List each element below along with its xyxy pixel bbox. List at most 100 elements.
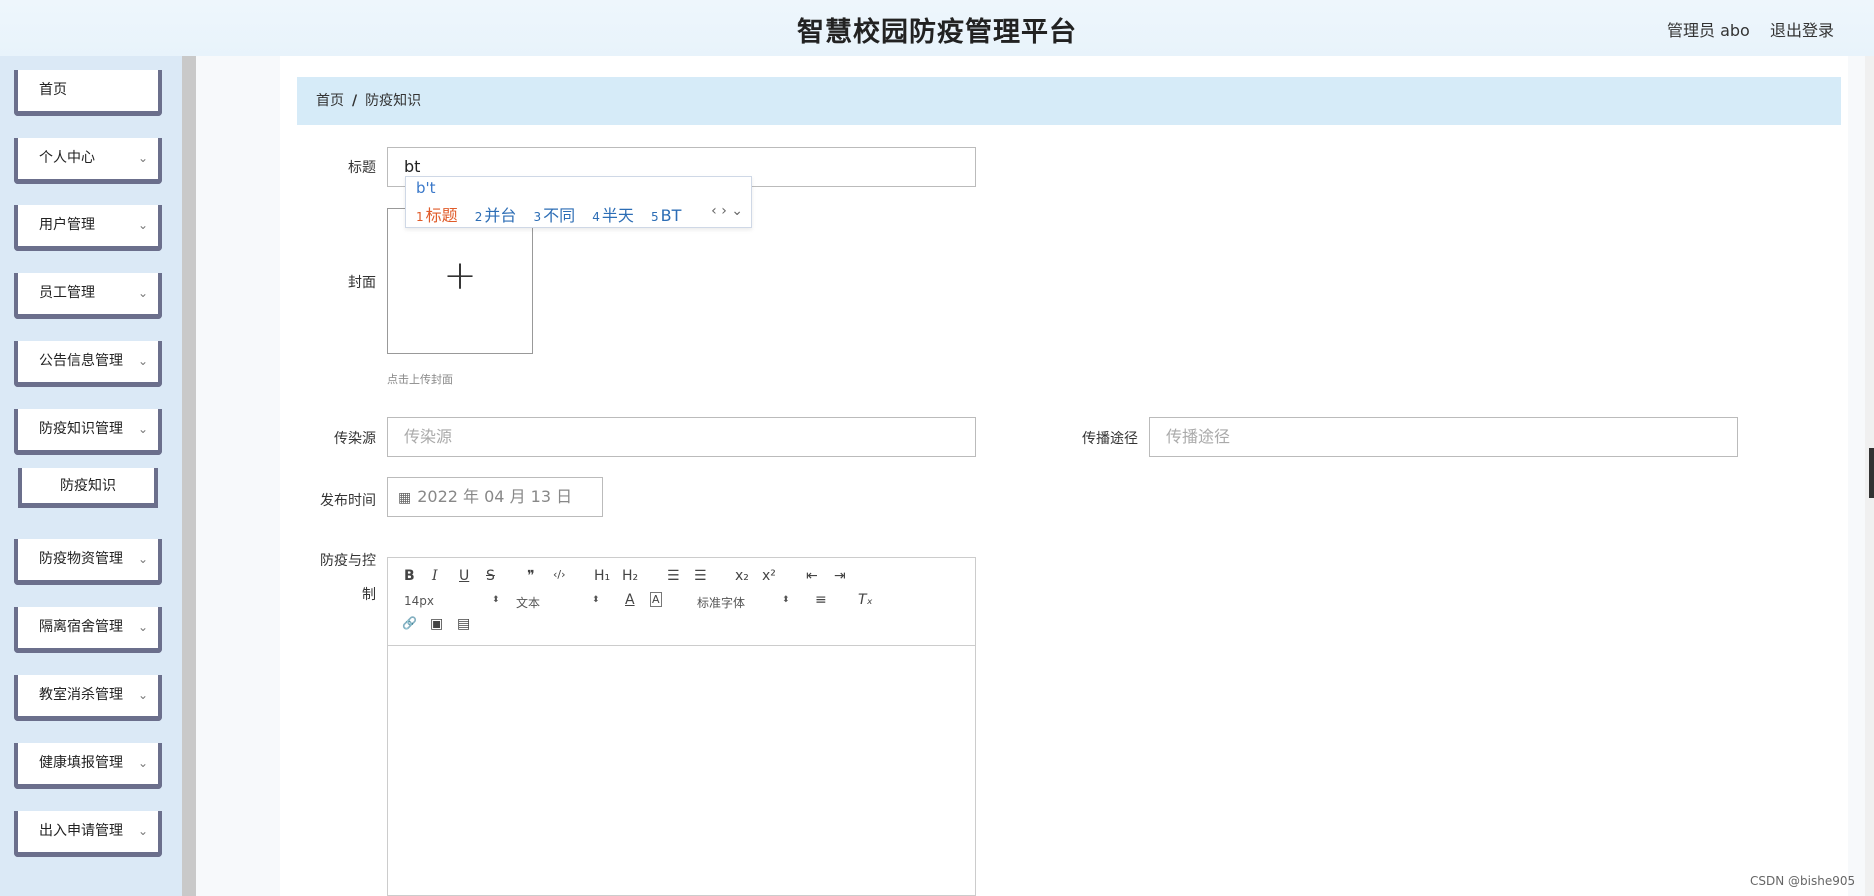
ime-candidate-text: 不同 (543, 206, 576, 225)
sidebar-item[interactable]: 教室消杀管理 ⌄ (14, 675, 162, 721)
italic-button[interactable]: I (432, 568, 438, 584)
current-user-label: 管理员 abo (1667, 21, 1750, 40)
watermark-text: CSDN @bishe905 (1750, 874, 1856, 888)
content-label-line1: 防疫与控 (320, 553, 376, 569)
h1-button[interactable]: H₁ (594, 568, 610, 584)
sidebar-item-label: 防疫物资管理 (39, 551, 123, 567)
header-select-value: 文本 (516, 596, 541, 610)
sidebar-item-label: 教室消杀管理 (39, 687, 123, 703)
sidebar-item[interactable]: 员工管理 ⌄ (14, 273, 162, 319)
font-color-icon[interactable]: A (625, 592, 635, 608)
cover-upload-button[interactable]: + (387, 208, 533, 354)
sidebar-item[interactable]: 出入申请管理 ⌄ (14, 811, 162, 857)
ime-candidate[interactable]: 5 BT (651, 206, 681, 225)
sidebar-item-label: 员工管理 (39, 285, 95, 301)
ime-candidate-number: 5 (651, 210, 659, 224)
top-header: 智慧校园防疫管理平台 管理员 abo 退出登录 (0, 0, 1874, 56)
font-family-select[interactable]: 标准字体 ⬍ (697, 594, 790, 611)
route-input[interactable]: 传播途径 (1149, 417, 1738, 457)
sidebar-item[interactable]: 隔离宿舍管理 ⌄ (14, 607, 162, 653)
source-label: 传染源 (334, 431, 376, 447)
date-label: 发布时间 (320, 493, 376, 509)
sidebar-item[interactable]: 防疫知识管理 ⌄ (14, 409, 162, 455)
ime-candidate-text: 并台 (484, 206, 517, 225)
cover-label: 封面 (348, 275, 376, 291)
sidebar-item[interactable]: 个人中心 ⌄ (14, 138, 162, 184)
video-icon[interactable]: ▤ (457, 616, 470, 632)
date-value: 2022 年 04 月 13 日 (417, 487, 573, 506)
ime-candidate[interactable]: 3 不同 (534, 206, 576, 225)
chevron-down-icon: ⌄ (137, 756, 148, 770)
sidebar-item-label: 健康填报管理 (39, 755, 123, 771)
bold-button[interactable]: B (404, 568, 415, 584)
strike-button[interactable]: S (486, 568, 495, 584)
chevron-down-icon: ⌄ (137, 620, 148, 634)
outdent-icon[interactable]: ⇤ (806, 568, 818, 584)
cover-hint: 点击上传封面 (387, 373, 453, 386)
logout-link[interactable]: 退出登录 (1770, 17, 1834, 41)
font-size-select[interactable]: 14px ⬍ (404, 594, 500, 608)
underline-button[interactable]: U (459, 568, 469, 584)
plus-icon: + (443, 253, 477, 299)
font-family-value: 标准字体 (697, 596, 746, 610)
ime-composition: b't (416, 179, 436, 197)
date-picker[interactable]: ▦ 2022 年 04 月 13 日 (387, 477, 603, 517)
clear-format-icon[interactable]: Tₓ (858, 592, 873, 608)
ime-candidate-number: 4 (592, 210, 600, 224)
ordered-list-icon[interactable]: ☰ (667, 568, 680, 584)
chevron-down-icon: ⌄ (137, 688, 148, 702)
ime-candidate-number: 2 (474, 210, 483, 224)
sidebar-item[interactable]: 公告信息管理 ⌄ (14, 341, 162, 387)
sidebar-subitem[interactable]: 防疫知识 (18, 468, 158, 508)
breadcrumb-home[interactable]: 首页 (316, 93, 344, 109)
ime-page-arrows[interactable]: ‹ › ⌄ (711, 203, 743, 219)
indent-icon[interactable]: ⇥ (834, 568, 846, 584)
rich-text-editor: B I U S ❞ ‹/› H₁ H₂ ☰ ☰ x₂ x² ⇤ ⇥ 14px ⬍ … (387, 557, 976, 896)
sidebar-item-label: 公告信息管理 (39, 353, 123, 369)
h2-button[interactable]: H₂ (622, 568, 638, 584)
breadcrumb: 首页 / 防疫知识 (297, 77, 1841, 125)
code-icon[interactable]: ‹/› (553, 568, 566, 581)
editor-content-area[interactable] (388, 646, 975, 896)
content-label-line2: 制 (362, 587, 376, 603)
chevron-down-icon: ⌄ (137, 552, 148, 566)
superscript-button[interactable]: x² (762, 568, 776, 584)
font-size-value: 14px (404, 594, 434, 608)
editor-toolbar: B I U S ❞ ‹/› H₁ H₂ ☰ ☰ x₂ x² ⇤ ⇥ 14px ⬍ … (388, 558, 975, 646)
select-arrow-icon: ⬍ (592, 595, 600, 605)
source-input[interactable]: 传染源 (387, 417, 976, 457)
quote-icon[interactable]: ❞ (527, 568, 535, 584)
sidebar-item-label: 防疫知识管理 (39, 421, 123, 437)
breadcrumb-current: 防疫知识 (365, 93, 422, 109)
subscript-button[interactable]: x₂ (735, 568, 749, 584)
ime-candidate[interactable]: 1 标题 (416, 206, 458, 225)
bullet-list-icon[interactable]: ☰ (694, 568, 707, 584)
sidebar-item-label: 出入申请管理 (39, 823, 123, 839)
chevron-down-icon: ⌄ (137, 286, 148, 300)
sidebar-item[interactable]: 防疫物资管理 ⌄ (14, 539, 162, 585)
image-icon[interactable]: ▣ (430, 616, 443, 632)
background-color-icon[interactable]: A (650, 592, 662, 607)
ime-candidate-text: 半天 (601, 206, 634, 225)
app-title: 智慧校园防疫管理平台 (797, 17, 1077, 48)
sidebar-scrollbar[interactable] (182, 56, 196, 896)
breadcrumb-separator: / (352, 93, 358, 109)
sidebar-item[interactable]: 首页 (14, 70, 162, 116)
ime-candidate[interactable]: 4 半天 (592, 206, 634, 225)
header-select[interactable]: 文本 ⬍ (516, 594, 600, 611)
sidebar-item-label: 隔离宿舍管理 (39, 619, 123, 635)
ime-candidate-popup: b't 1 标题 2 并台 3 不同 4 半天 5 BT ‹ › ⌄ (405, 176, 752, 228)
sidebar-item[interactable]: 用户管理 ⌄ (14, 205, 162, 251)
ime-candidate[interactable]: 2 并台 (475, 206, 517, 225)
sidebar-item-label: 首页 (39, 82, 67, 98)
page-scrollbar[interactable] (1865, 56, 1874, 896)
page-scrollbar-thumb[interactable] (1869, 448, 1874, 498)
chevron-down-icon: ⌄ (137, 151, 148, 165)
chevron-down-icon: ⌄ (137, 824, 148, 838)
calendar-icon: ▦ (398, 490, 412, 506)
align-icon[interactable]: ≡ (815, 592, 827, 608)
sidebar-item-label: 用户管理 (39, 217, 95, 233)
route-label: 传播途径 (1082, 431, 1138, 447)
sidebar-item[interactable]: 健康填报管理 ⌄ (14, 743, 162, 789)
link-icon[interactable]: 🔗 (402, 616, 417, 630)
